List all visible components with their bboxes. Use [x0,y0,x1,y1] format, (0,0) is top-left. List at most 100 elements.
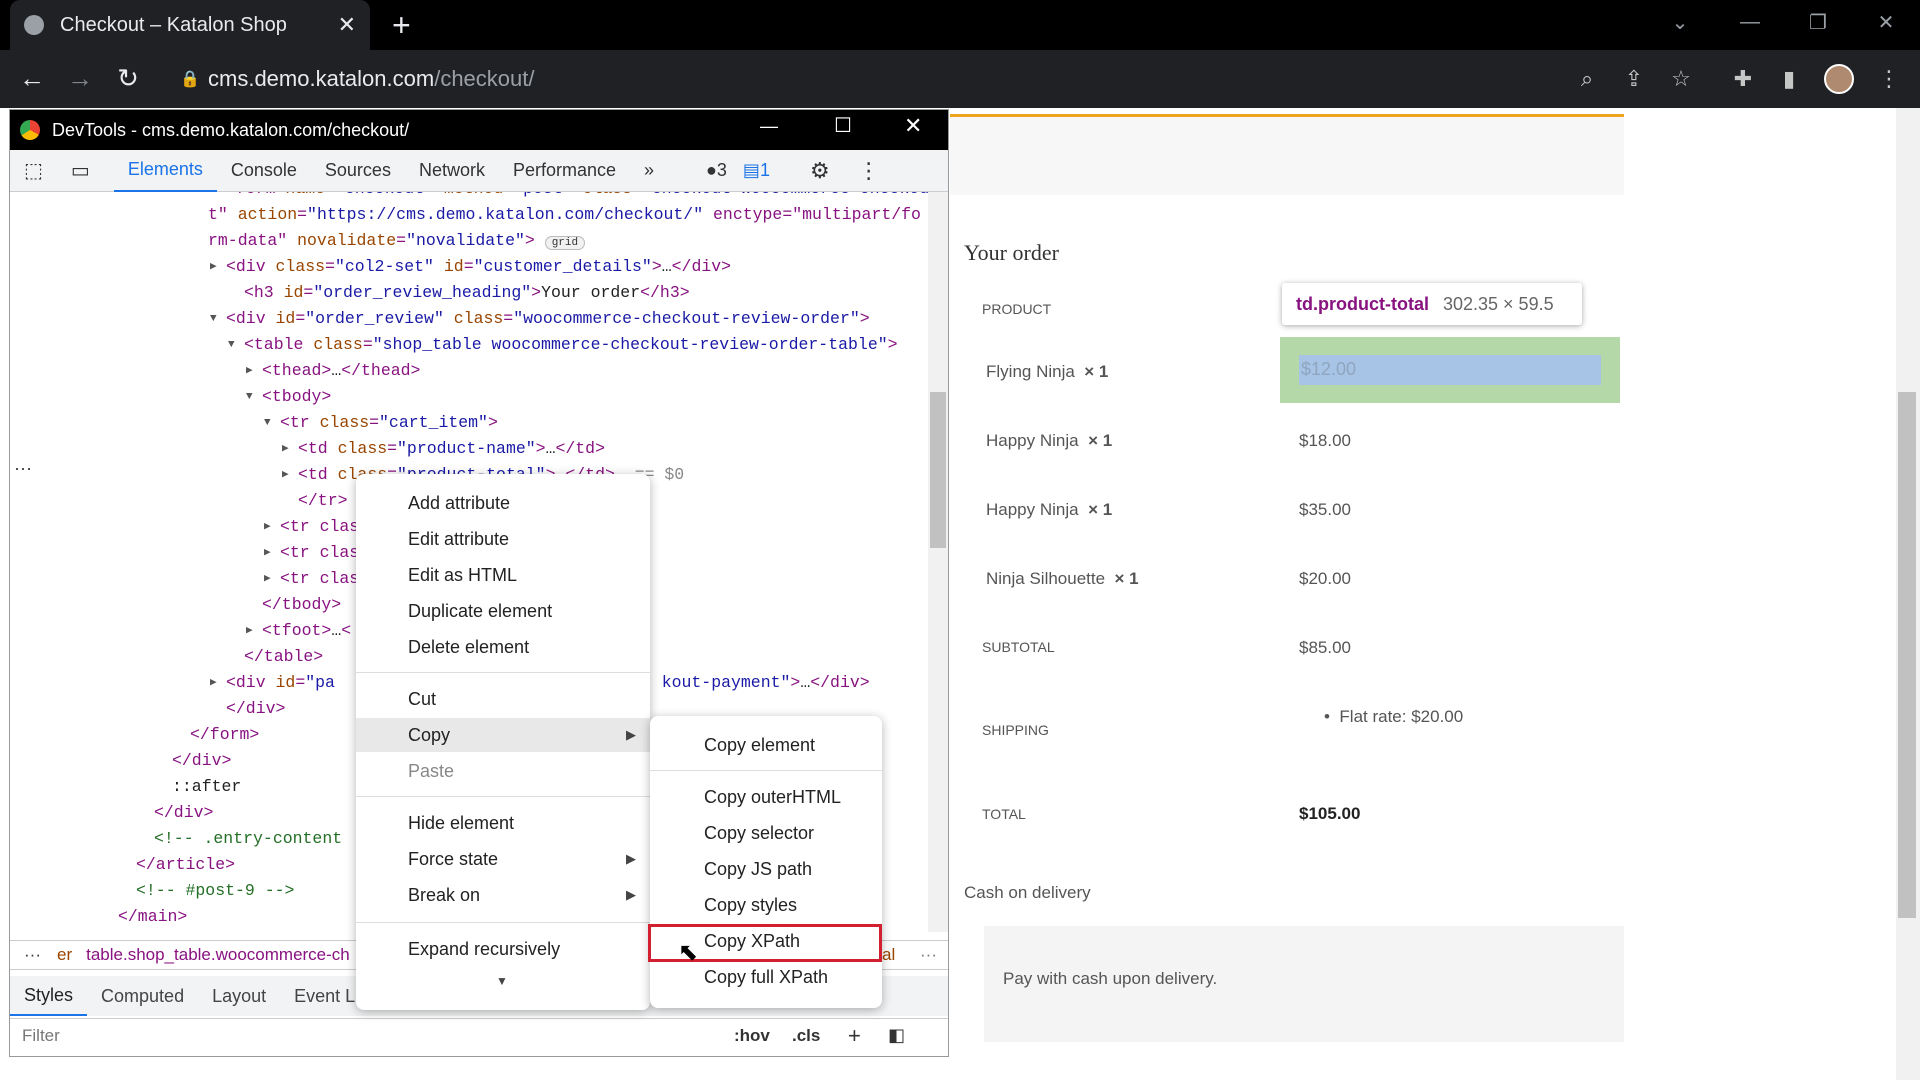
dom-node-line[interactable]: ▶ <td class="product-name">…</td> [10,436,928,462]
breadcrumb-prev[interactable]: er [57,945,72,965]
tab-elements[interactable]: Elements [113,150,217,192]
errors-badge[interactable]: ● 3 [698,150,735,192]
new-style-rule-button[interactable]: + [848,1023,861,1049]
submenu-arrow-icon: ▶ [626,727,636,742]
extensions-icon[interactable]: ✚ [1726,62,1760,96]
context-menu-item[interactable]: Force state ▶ [356,842,650,876]
settings-gear-icon[interactable]: ⚙ [796,150,844,192]
product-name: Happy Ninja × 1 [986,500,1113,519]
breadcrumb-more-icon[interactable]: ··· [24,945,41,965]
tab-search-icon[interactable]: ⌄ [1650,0,1710,44]
class-toggle-button[interactable]: .cls [792,1026,820,1046]
context-menu-item[interactable]: Add attribute [356,486,650,520]
dom-node-line[interactable]: ▶ <div class="col2-set" id="customer_deta… [10,254,928,280]
minimize-button[interactable]: — [1720,0,1780,44]
order-heading: Your order [964,240,1059,265]
menu-kebab-icon[interactable]: ⋮ [1872,62,1906,96]
device-toolbar-icon[interactable]: ▭ [57,150,114,192]
payment-description: Pay with cash upon delivery. [1003,969,1218,988]
dom-node-line[interactable]: <h3 id="order_review_heading">Your order… [10,280,928,306]
devtools-minimize-icon[interactable]: — [760,116,778,137]
tab-network[interactable]: Network [405,150,499,192]
more-tabs-icon[interactable]: » [630,150,668,192]
breadcrumb-more-right-icon[interactable]: ··· [920,945,937,965]
context-menu-item[interactable]: Delete element [356,630,650,664]
tab-console[interactable]: Console [217,150,311,192]
total-value: $105.00 [1299,804,1361,823]
tab-performance[interactable]: Performance [499,150,630,192]
messages-badge[interactable]: ▤ 1 [735,150,778,192]
copy-submenu-item[interactable]: Copy element [650,728,882,762]
product-price: $35.00 [1299,500,1351,519]
url-path: /checkout/ [434,66,535,91]
profile-avatar[interactable] [1824,64,1854,94]
context-menu-item[interactable]: Expand recursively [356,932,650,966]
forward-icon[interactable]: → [62,60,98,96]
product-price: $20.00 [1299,569,1351,588]
copy-submenu-item[interactable]: Copy outerHTML [650,780,882,814]
payment-method-label[interactable]: Cash on delivery [964,883,1091,903]
toggle-sidebar-icon[interactable]: ◧ [888,1025,905,1046]
dom-node-line[interactable]: ▶ <thead>…</thead> [10,358,928,384]
tab-layout[interactable]: Layout [198,976,280,1016]
breadcrumb-item[interactable]: table.shop_table.woocommerce-ch [86,945,350,965]
context-menu-item[interactable]: Break on ▶ [356,878,650,912]
breadcrumb-tail[interactable]: al [882,945,895,965]
total-label: TOTAL [982,806,1026,822]
context-menu-item[interactable]: Edit attribute [356,522,650,556]
close-window-button[interactable]: ✕ [1856,0,1916,44]
zoom-icon[interactable]: ⌕ [1570,62,1604,96]
share-icon[interactable]: ⇪ [1617,62,1651,96]
bookmark-star-icon[interactable]: ☆ [1664,62,1698,96]
inspect-element-icon[interactable]: ⬚ [10,150,57,192]
dom-node-line[interactable]: rm-data" novalidate="novalidate"> grid [10,228,928,254]
product-name: Happy Ninja × 1 [986,431,1113,450]
hover-state-button[interactable]: :hov [734,1026,770,1046]
dom-node-line[interactable]: ▼ <tbody> [10,384,928,410]
subtotal-value: $85.00 [1299,638,1351,657]
dom-scrollbar[interactable] [928,192,948,932]
back-icon[interactable]: ← [14,60,50,96]
dom-node-line[interactable]: ▼ <tr class="cart_item"> [10,410,928,436]
subtotal-label: SUBTOTAL [982,639,1055,655]
page-scrollbar-thumb[interactable] [1898,392,1916,918]
dom-scrollbar-thumb[interactable] [930,392,946,548]
devtools-menu-icon[interactable]: ⋮ [844,150,894,192]
restore-button[interactable]: ❐ [1788,0,1848,44]
context-menu-item[interactable]: Edit as HTML [356,558,650,592]
address-bar[interactable]: 🔒 cms.demo.katalon.com/checkout/ [166,60,1620,98]
devtools-tabbar: ⬚ ▭ Elements Console Sources Network Per… [10,150,948,192]
menu-separator [356,796,650,797]
context-menu-item[interactable]: Hide element [356,806,650,840]
styles-filter-input[interactable]: Filter :hov .cls + ◧ [10,1018,948,1052]
browser-tab[interactable]: Checkout – Katalon Shop ✕ [10,0,370,50]
side-panel-icon[interactable]: ▮ [1772,62,1806,96]
shipping-label: SHIPPING [982,722,1049,738]
tab-styles[interactable]: Styles [10,976,88,1016]
context-menu-item[interactable]: Cut [356,682,650,716]
context-menu-item[interactable]: Duplicate element [356,594,650,628]
tab-sources[interactable]: Sources [311,150,405,192]
new-tab-button[interactable]: + [392,8,411,42]
menu-scroll-down-icon[interactable]: ▼ [496,974,508,988]
devtools-title: DevTools - cms.demo.katalon.com/checkout… [52,119,410,140]
dom-node-line[interactable]: ▼ <table class="shop_table woocommerce-ch… [10,332,928,358]
devtools-close-icon[interactable]: ✕ [904,113,922,139]
node-ellipsis-icon[interactable]: ··· [14,458,32,479]
devtools-maximize-icon[interactable]: ☐ [834,113,852,138]
copy-submenu-item[interactable]: Copy selector [650,816,882,850]
context-menu-item[interactable]: Copy ▶ [356,718,650,752]
context-menu-item: Paste [408,761,455,781]
mouse-cursor-icon: ⬉ [678,939,699,966]
copy-submenu-item[interactable]: Copy styles [650,888,882,922]
reload-icon[interactable]: ↻ [110,60,146,96]
submenu-arrow-icon: ▶ [626,851,636,866]
product-header: PRODUCT [982,301,1052,317]
lock-icon: 🔒 [180,71,200,88]
copy-submenu-item[interactable]: Copy JS path [650,852,882,886]
dom-node-line[interactable]: t" action="https://cms.demo.katalon.com/… [10,202,928,228]
dom-node-line[interactable]: ▼ <div id="order_review" class="woocommer… [10,306,928,332]
dom-node-line[interactable]: <form name="checkout" method="post" clas… [10,192,928,202]
tab-computed[interactable]: Computed [87,976,198,1016]
tab-close-icon[interactable]: ✕ [338,12,356,38]
